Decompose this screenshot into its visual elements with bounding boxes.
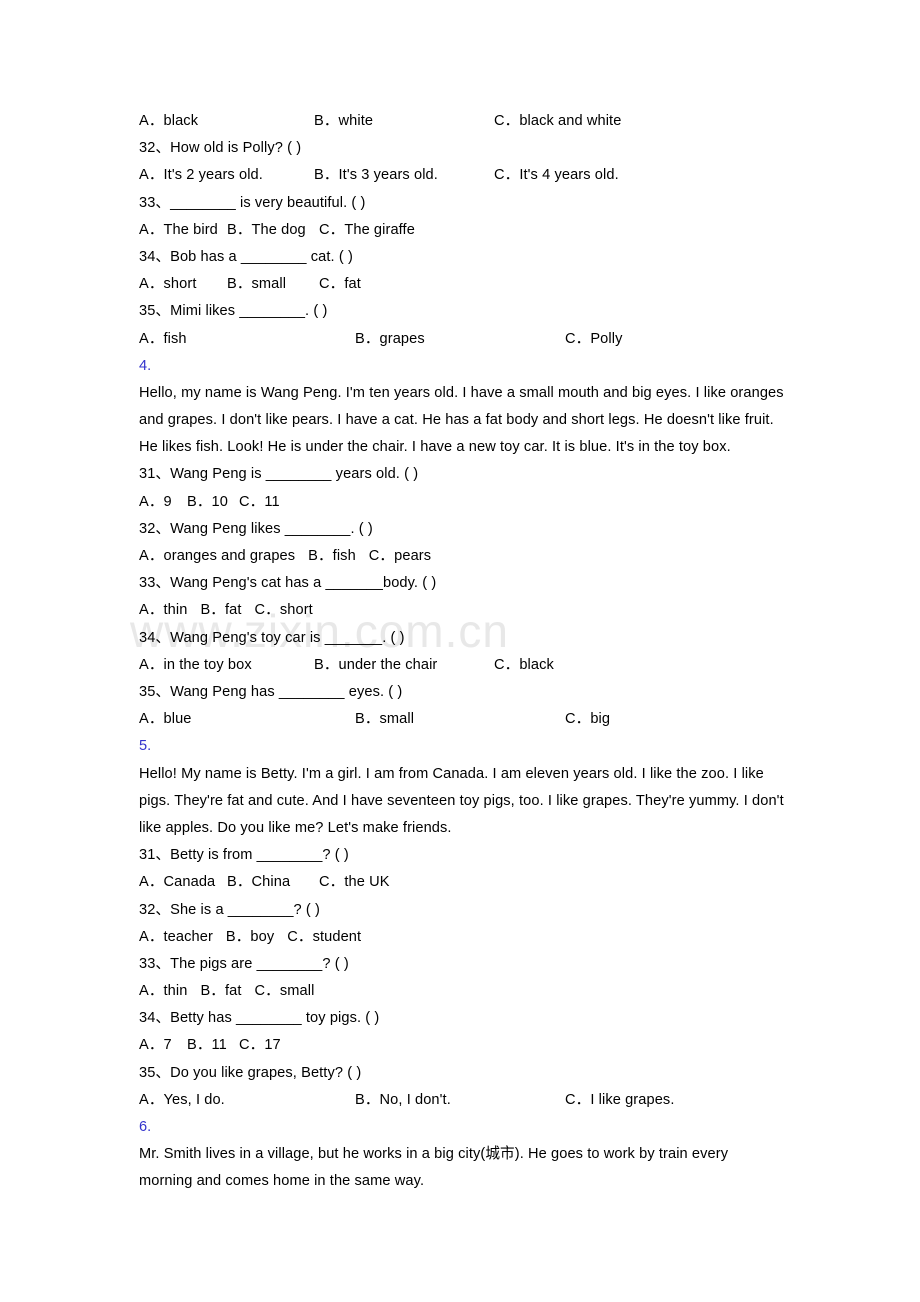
option-choice[interactable]: C．17: [239, 1032, 281, 1059]
option-choice[interactable]: A．black: [139, 108, 314, 135]
options-row-q32-p4: A．oranges and grapes B．fish C．pears: [139, 543, 784, 570]
question-31-p4: 31、Wang Peng is ________ years old. ( ): [139, 466, 419, 483]
options-row-q31-p5: A．Canada B．China C．the UK: [139, 869, 784, 896]
question-33-p4: 33、Wang Peng's cat has a _______body. ( …: [139, 575, 437, 592]
section-number-5: 5.: [139, 738, 152, 755]
option-choice[interactable]: C．I like grapes.: [565, 1087, 674, 1114]
option-choice[interactable]: B．grapes: [355, 326, 565, 353]
option-choice[interactable]: C．short: [255, 597, 326, 624]
worksheet-page: www.zixin.com.cn A．black B．white C．black a…: [0, 0, 920, 1302]
option-choice[interactable]: B．fat: [200, 597, 254, 624]
option-choice[interactable]: C．the UK: [319, 869, 390, 896]
options-row-q32-p5: A．teacher B．boy C．student: [139, 924, 784, 951]
passage-5: Hello! My name is Betty. I'm a girl. I a…: [139, 765, 784, 836]
option-choice[interactable]: B．No, I don't.: [355, 1087, 565, 1114]
option-choice[interactable]: C．big: [565, 706, 610, 733]
option-choice[interactable]: A．Canada: [139, 869, 227, 896]
options-row-q33-p4: A．thin B．fat C．short: [139, 597, 784, 624]
option-choice[interactable]: C．small: [255, 978, 328, 1005]
question-35-p5: 35、Do you like grapes, Betty? ( ): [139, 1064, 362, 1081]
option-choice[interactable]: A．thin: [139, 978, 200, 1005]
option-choice[interactable]: A．short: [139, 271, 227, 298]
question-33-prev: 33、________ is very beautiful. ( ): [139, 194, 366, 211]
exam-content: A．black B．white C．black and white 32、How ol…: [139, 108, 784, 1196]
question-33-p5: 33、The pigs are ________? ( ): [139, 955, 349, 972]
option-choice[interactable]: A．teacher: [139, 924, 226, 951]
option-choice[interactable]: A．9: [139, 489, 187, 516]
option-choice[interactable]: B．small: [355, 706, 565, 733]
question-31-p5: 31、Betty is from ________? ( ): [139, 847, 349, 864]
options-row-q33-p5: A．thin B．fat C．small: [139, 978, 784, 1005]
option-choice[interactable]: A．oranges and grapes: [139, 543, 308, 570]
options-row-q31-p4: A．9 B．10 C．11: [139, 489, 784, 516]
option-choice[interactable]: A．thin: [139, 597, 200, 624]
option-choice[interactable]: B．boy: [226, 924, 287, 951]
option-choice[interactable]: C．black: [494, 652, 554, 679]
option-choice[interactable]: B．10: [187, 489, 239, 516]
options-row-q34-p4: A．in the toy box B．under the chair C．black: [139, 652, 784, 679]
options-row-q35-p5: A．Yes, I do. B．No, I don't. C．I like grape…: [139, 1087, 784, 1114]
option-choice[interactable]: A．7: [139, 1032, 187, 1059]
question-32-p4: 32、Wang Peng likes ________. ( ): [139, 520, 373, 537]
options-row-q33-prev: A．The bird B．The dog C．The giraffe: [139, 217, 784, 244]
option-choice[interactable]: C．pears: [369, 543, 444, 570]
option-choice[interactable]: B．under the chair: [314, 652, 494, 679]
option-choice[interactable]: C．Polly: [565, 326, 622, 353]
option-choice[interactable]: B．It's 3 years old.: [314, 162, 494, 189]
question-32-p5: 32、She is a ________? ( ): [139, 901, 320, 918]
question-35-prev: 35、Mimi likes ________. ( ): [139, 303, 328, 320]
option-choice[interactable]: B．fish: [308, 543, 369, 570]
option-choice[interactable]: C．It's 4 years old.: [494, 162, 619, 189]
options-row-q34-prev: A．short B．small C．fat: [139, 271, 784, 298]
question-34-prev: 34、Bob has a ________ cat. ( ): [139, 248, 353, 265]
options-row-q31-prev: A．black B．white C．black and white: [139, 108, 784, 135]
option-choice[interactable]: B．The dog: [227, 217, 319, 244]
question-34-p5: 34、Betty has ________ toy pigs. ( ): [139, 1010, 380, 1027]
options-row-q35-p4: A．blue B．small C．big: [139, 706, 784, 733]
option-choice[interactable]: A．fish: [139, 326, 355, 353]
option-choice[interactable]: C．fat: [319, 271, 361, 298]
option-choice[interactable]: B．China: [227, 869, 319, 896]
option-choice[interactable]: A．The bird: [139, 217, 227, 244]
option-choice[interactable]: A．blue: [139, 706, 355, 733]
option-choice[interactable]: C．The giraffe: [319, 217, 415, 244]
section-number-4: 4.: [139, 357, 152, 374]
options-row-q32-prev: A．It's 2 years old. B．It's 3 years old. C．…: [139, 162, 784, 189]
options-row-q34-p5: A．7 B．11 C．17: [139, 1032, 784, 1059]
options-row-q35-prev: A．fish B．grapes C．Polly: [139, 326, 784, 353]
option-choice[interactable]: C．black and white: [494, 108, 621, 135]
section-number-6: 6.: [139, 1119, 152, 1136]
option-choice[interactable]: B．11: [187, 1032, 239, 1059]
passage-6: Mr. Smith lives in a village, but he wor…: [139, 1146, 729, 1190]
option-choice[interactable]: A．in the toy box: [139, 652, 314, 679]
question-32-prev: 32、How old is Polly? ( ): [139, 140, 302, 157]
passage-4: Hello, my name is Wang Peng. I'm ten yea…: [139, 384, 784, 456]
option-choice[interactable]: C．11: [239, 489, 280, 516]
option-choice[interactable]: C．student: [287, 924, 374, 951]
question-34-p4: 34、Wang Peng's toy car is _______. ( ): [139, 629, 405, 646]
option-choice[interactable]: A．Yes, I do.: [139, 1087, 355, 1114]
option-choice[interactable]: A．It's 2 years old.: [139, 162, 314, 189]
question-35-p4: 35、Wang Peng has ________ eyes. ( ): [139, 683, 403, 700]
option-choice[interactable]: B．small: [227, 271, 319, 298]
option-choice[interactable]: B．white: [314, 108, 494, 135]
option-choice[interactable]: B．fat: [200, 978, 254, 1005]
